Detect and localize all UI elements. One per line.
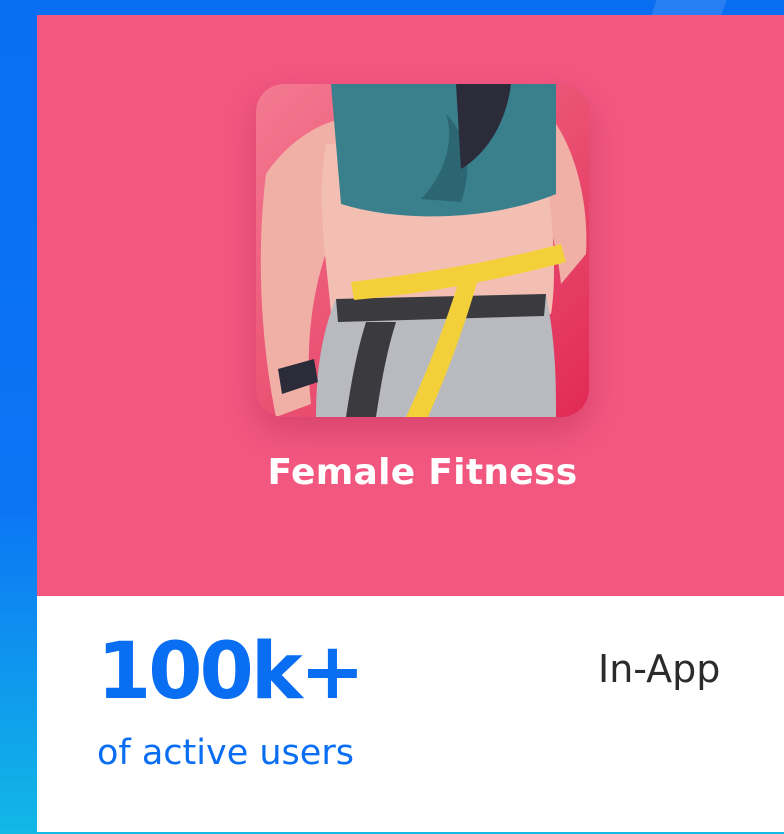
- active-users-value: 100k+: [97, 627, 365, 717]
- app-name: Female Fitness: [267, 452, 578, 493]
- monetization-label: In-App: [598, 647, 721, 691]
- active-users-label: of active users: [97, 733, 354, 773]
- app-card[interactable]: Female Fitness 100k+ of active users In-…: [37, 15, 784, 832]
- app-hero: Female Fitness: [37, 15, 784, 596]
- fitness-waist-measure-icon: [256, 84, 589, 417]
